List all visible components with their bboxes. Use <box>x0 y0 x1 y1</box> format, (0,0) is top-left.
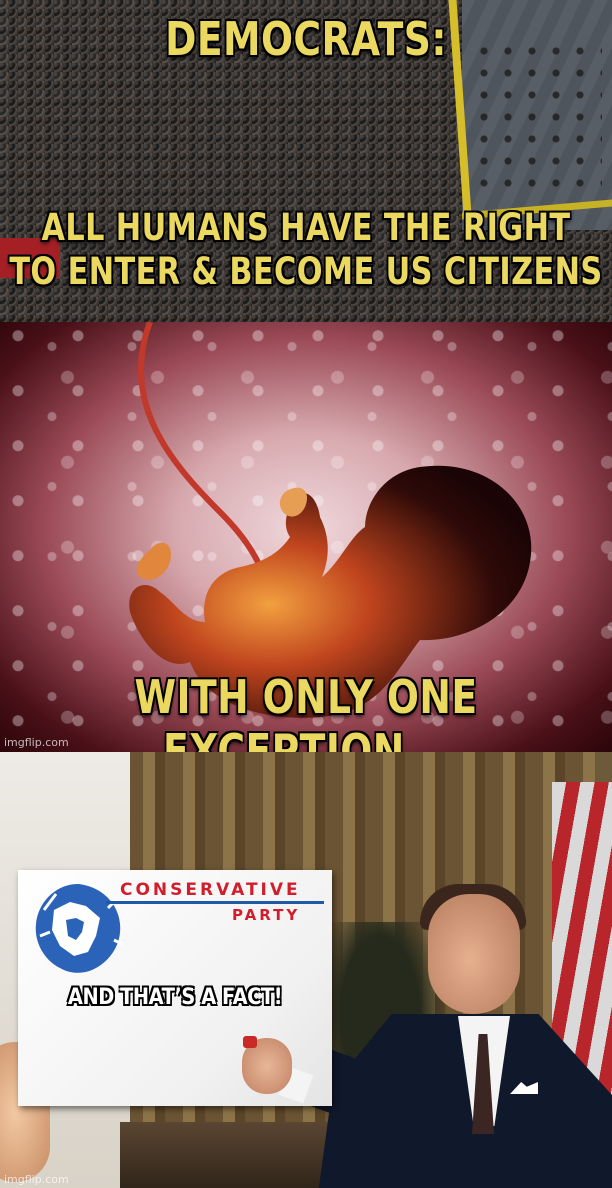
top-caption: ALL HUMANS HAVE THE RIGHT TO ENTER & BEC… <box>9 206 603 293</box>
middle-caption: WITH ONLY ONE EXCEPTION... <box>134 670 478 752</box>
sign-message: AND THAT’S A FACT! <box>67 985 283 1010</box>
office-panel: CONSERVATIVE PARTY AND THAT’S A FACT! im… <box>0 752 612 1188</box>
sign-divider <box>106 901 324 904</box>
brand-line-2: PARTY <box>232 906 301 924</box>
lion-logo-icon <box>35 884 123 973</box>
watermark: imgflip.com <box>4 736 69 749</box>
face <box>428 894 520 1014</box>
fetus-panel: WITH ONLY ONE EXCEPTION... imgflip.com <box>0 322 612 752</box>
watermark-bottom: imgflip.com <box>4 1173 69 1186</box>
crowd-panel: DEMOCRATS: ALL HUMANS HAVE THE RIGHT TO … <box>0 0 612 322</box>
top-title: DEMOCRATS: <box>165 12 447 66</box>
pen-icon <box>243 1036 257 1048</box>
brand-line-1: CONSERVATIVE <box>120 880 301 900</box>
